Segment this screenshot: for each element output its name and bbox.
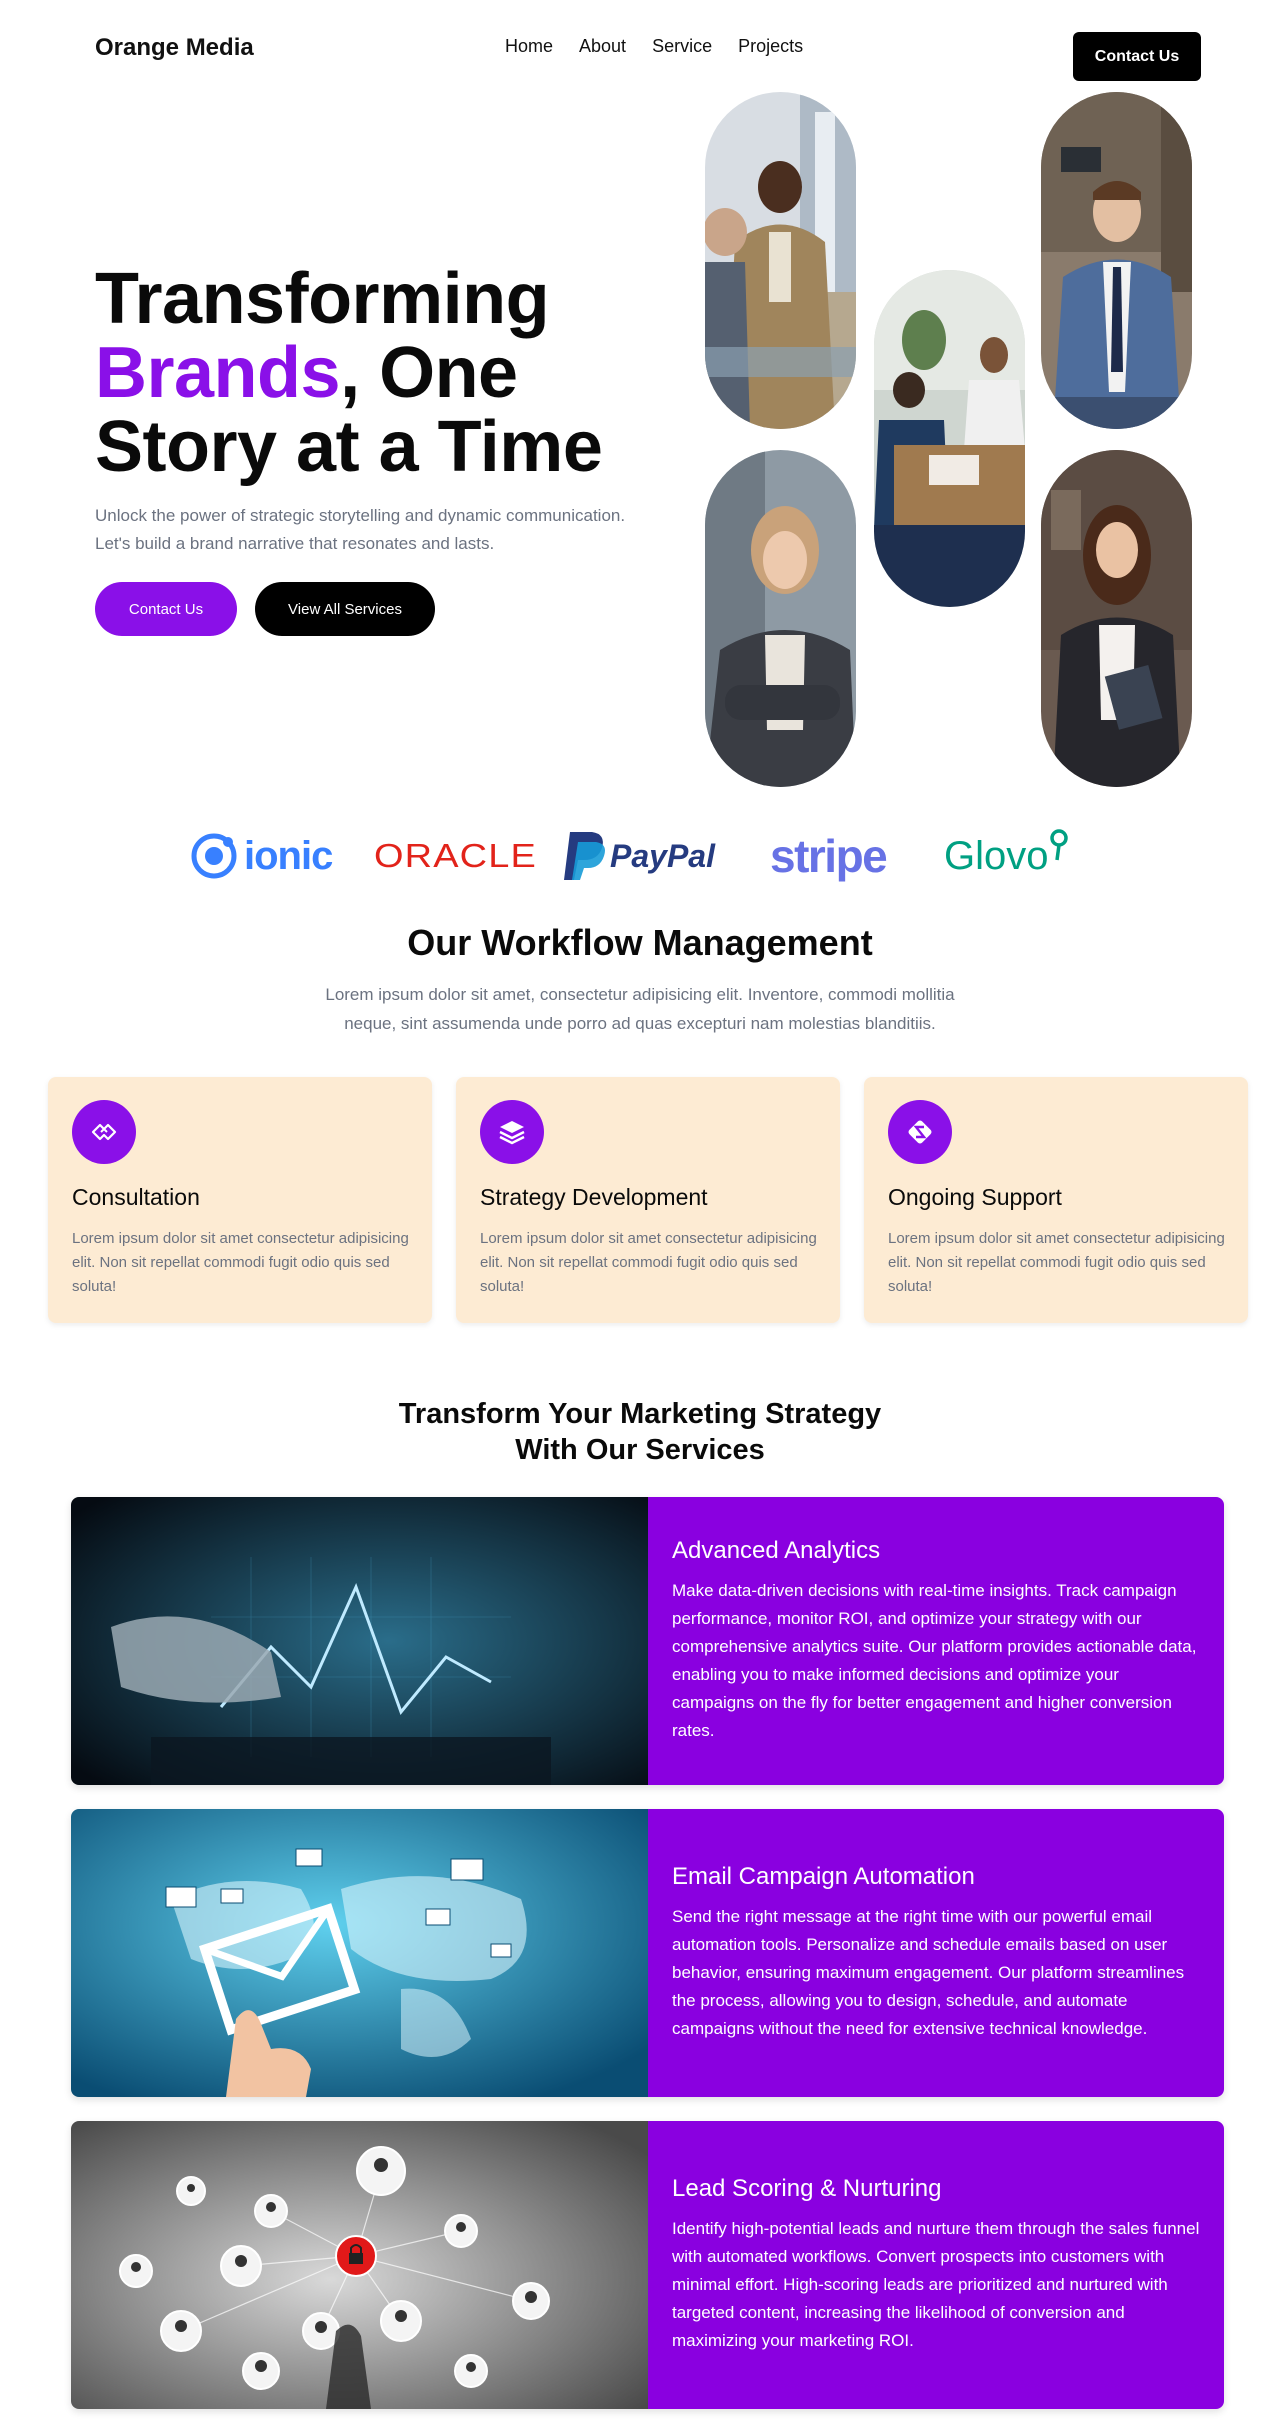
service-text: Identify high-potential leads and nurtur…: [672, 2219, 1200, 2350]
logo-stripe: stripe: [770, 826, 888, 886]
service-title: Lead Scoring & Nurturing: [672, 2175, 942, 2202]
hero-title-rest: , One: [340, 333, 518, 413]
card-title: Consultation: [72, 1184, 200, 1210]
service-text: Make data-driven decisions with real-tim…: [672, 1581, 1197, 1740]
layers-icon: [480, 1100, 544, 1164]
logo-oracle: ORACLE: [374, 826, 536, 886]
hero-contact-button[interactable]: Contact Us: [95, 582, 237, 636]
logo-stripe-text: stripe: [770, 830, 888, 882]
logo-paypal-text: PayPal: [610, 837, 715, 874]
card-title: Ongoing Support: [888, 1184, 1062, 1210]
services-title-line1: Transform Your Marketing Strategy: [398, 1398, 882, 1430]
hero-subtitle: Unlock the power of strategic storytelli…: [95, 506, 626, 553]
service-body: Email Campaign Automation Send the right…: [648, 1809, 1224, 2097]
team-photo-office: [874, 270, 1025, 607]
service-text: Send the right message at the right time…: [672, 1907, 1185, 2038]
logo-paypal: PayPal: [562, 826, 715, 886]
logo-oracle-text: ORACLE: [374, 837, 537, 874]
nav-link-projects[interactable]: Projects: [738, 36, 803, 57]
main-menu: Home About Service Projects: [505, 36, 803, 57]
email-image: [71, 1809, 648, 2097]
workflow-subtitle: Lorem ipsum dolor sit amet, consectetur …: [325, 985, 955, 1033]
workflow-card-strategy: Strategy Development Lorem ipsum dolor s…: [456, 1077, 840, 1323]
workflow-title: Our Workflow Management: [407, 922, 873, 963]
hero-buttons: Contact Us View All Services: [95, 582, 435, 636]
card-text: Lorem ipsum dolor sit amet consectetur a…: [888, 1230, 1225, 1295]
handshake-icon: [72, 1100, 136, 1164]
service-card-leads: Lead Scoring & Nurturing Identify high-p…: [71, 2121, 1224, 2409]
service-body: Advanced Analytics Make data-driven deci…: [648, 1497, 1224, 1785]
team-photo-woman-folder: [1041, 450, 1192, 787]
leads-image: [71, 2121, 648, 2409]
partner-logos: ionic ORACLE PayPal stripe Glovo: [0, 826, 1280, 886]
hero-title: Transforming Brands, One Story at a Time: [95, 259, 603, 487]
nav-contact-button[interactable]: Contact Us: [1073, 32, 1201, 81]
team-photo-woman-blazer: [705, 450, 856, 787]
ionic-icon: [191, 833, 237, 879]
services-title-line2: With Our Services: [515, 1434, 765, 1466]
nav-link-service[interactable]: Service: [652, 36, 712, 57]
card-title: Strategy Development: [480, 1184, 708, 1210]
workflow-card-consultation: Consultation Lorem ipsum dolor sit amet …: [48, 1077, 432, 1323]
service-card-analytics: Advanced Analytics Make data-driven deci…: [71, 1497, 1224, 1785]
team-photo-man-suit: [1041, 92, 1192, 429]
brand-logo[interactable]: Orange Media: [95, 34, 254, 62]
paypal-icon: [564, 832, 605, 880]
service-card-email: Email Campaign Automation Send the right…: [71, 1809, 1224, 2097]
view-services-button[interactable]: View All Services: [255, 582, 435, 636]
nav-link-about[interactable]: About: [579, 36, 626, 57]
card-text: Lorem ipsum dolor sit amet consectetur a…: [72, 1230, 409, 1295]
hero-title-line1: Transforming: [95, 259, 550, 339]
analytics-image: [71, 1497, 648, 1785]
service-title: Email Campaign Automation: [672, 1863, 975, 1890]
nav-link-home[interactable]: Home: [505, 36, 553, 57]
logo-ionic-text: ionic: [244, 833, 333, 878]
logo-glovo-text: Glovo: [944, 833, 1049, 878]
logo-ionic: ionic: [190, 826, 333, 886]
hero-title-line3: Story at a Time: [95, 407, 603, 487]
glovo-pin-icon: [1049, 829, 1068, 861]
services-title: Transform Your Marketing Strategy With O…: [0, 1396, 1280, 1468]
logo-glovo: Glovo: [944, 826, 1069, 886]
team-photo-meeting: [705, 92, 856, 429]
hero-title-accent: Brands: [95, 333, 341, 413]
service-title: Advanced Analytics: [672, 1537, 881, 1564]
navbar: Orange Media Home About Service Projects…: [0, 0, 1280, 95]
service-body: Lead Scoring & Nurturing Identify high-p…: [648, 2121, 1224, 2409]
workflow-card-support: Ongoing Support Lorem ipsum dolor sit am…: [864, 1077, 1248, 1323]
card-text: Lorem ipsum dolor sit amet consectetur a…: [480, 1230, 817, 1295]
support-icon: [888, 1100, 952, 1164]
